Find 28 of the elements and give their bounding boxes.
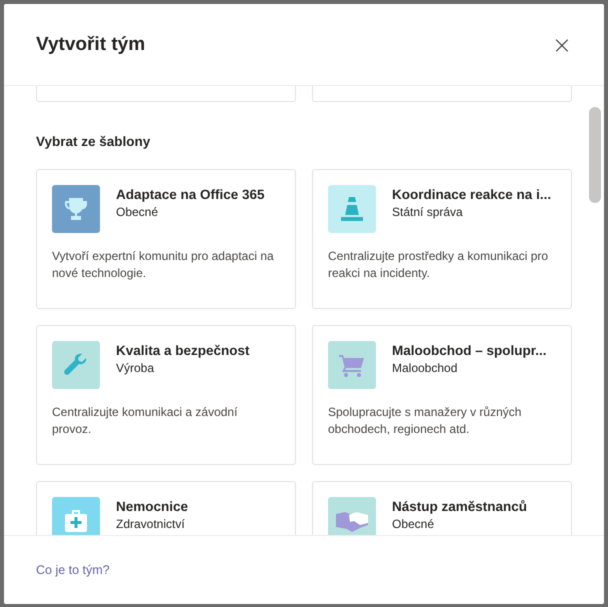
- template-category: Výroba: [116, 361, 156, 375]
- template-title: Nemocnice: [116, 499, 188, 514]
- template-title: Adaptace na Office 365: [116, 187, 265, 202]
- template-title: Kvalita a bezpečnost: [116, 343, 250, 358]
- template-category: Maloobchod: [392, 361, 458, 375]
- template-card[interactable]: Nástup zaměstnanců Obecné: [312, 481, 572, 535]
- what-is-team-link[interactable]: Co je to tým?: [36, 563, 110, 577]
- template-card[interactable]: Adaptace na Office 365 Obecné Vytvoří expertní komunitu pro adaptaci na nové technologie.: [36, 169, 296, 309]
- template-description: Spolupracujte s manažery v různých obchodech, regionech atd.: [328, 404, 522, 438]
- template-category: Obecné: [392, 517, 436, 531]
- dialog-title: Vytvořit tým: [36, 34, 146, 56]
- template-card[interactable]: Maloobchod – spolupr... Maloobchod Spolupracujte s manažery v různých obchodech, regionech atd.: [312, 325, 572, 465]
- template-description: Centralizujte prostředky a komunikaci pro reakci na incidenty.: [328, 248, 550, 282]
- template-description: Vytvoří expertní komunitu pro adaptaci na nové technologie.: [52, 248, 275, 282]
- section-heading: Vybrat ze šablony: [36, 134, 152, 149]
- scrollbar-thumb[interactable]: [589, 107, 601, 203]
- template-category: Obecné: [116, 205, 160, 219]
- template-card[interactable]: Nemocnice Zdravotnictví: [36, 481, 296, 535]
- template-card[interactable]: Koordinace reakce na i... Státní správa Centralizujte prostředky a komunikaci pro reakci na incidenty.: [312, 169, 572, 309]
- template-category: Zdravotnictví: [116, 517, 186, 531]
- template-card[interactable]: Kvalita a bezpečnost Výroba Centralizujte komunikaci a závodní provoz.: [36, 325, 296, 465]
- template-title: Koordinace reakce na i...: [392, 187, 552, 202]
- template-category: Státní správa: [392, 205, 464, 219]
- template-title: Maloobchod – spolupr...: [392, 343, 547, 358]
- close-button[interactable]: ×: [550, 32, 574, 56]
- trophy-icon: [62, 195, 90, 223]
- template-description: Centralizujte komunikaci a závodní provoz.: [52, 404, 238, 438]
- template-title: Nástup zaměstnanců: [392, 499, 528, 514]
